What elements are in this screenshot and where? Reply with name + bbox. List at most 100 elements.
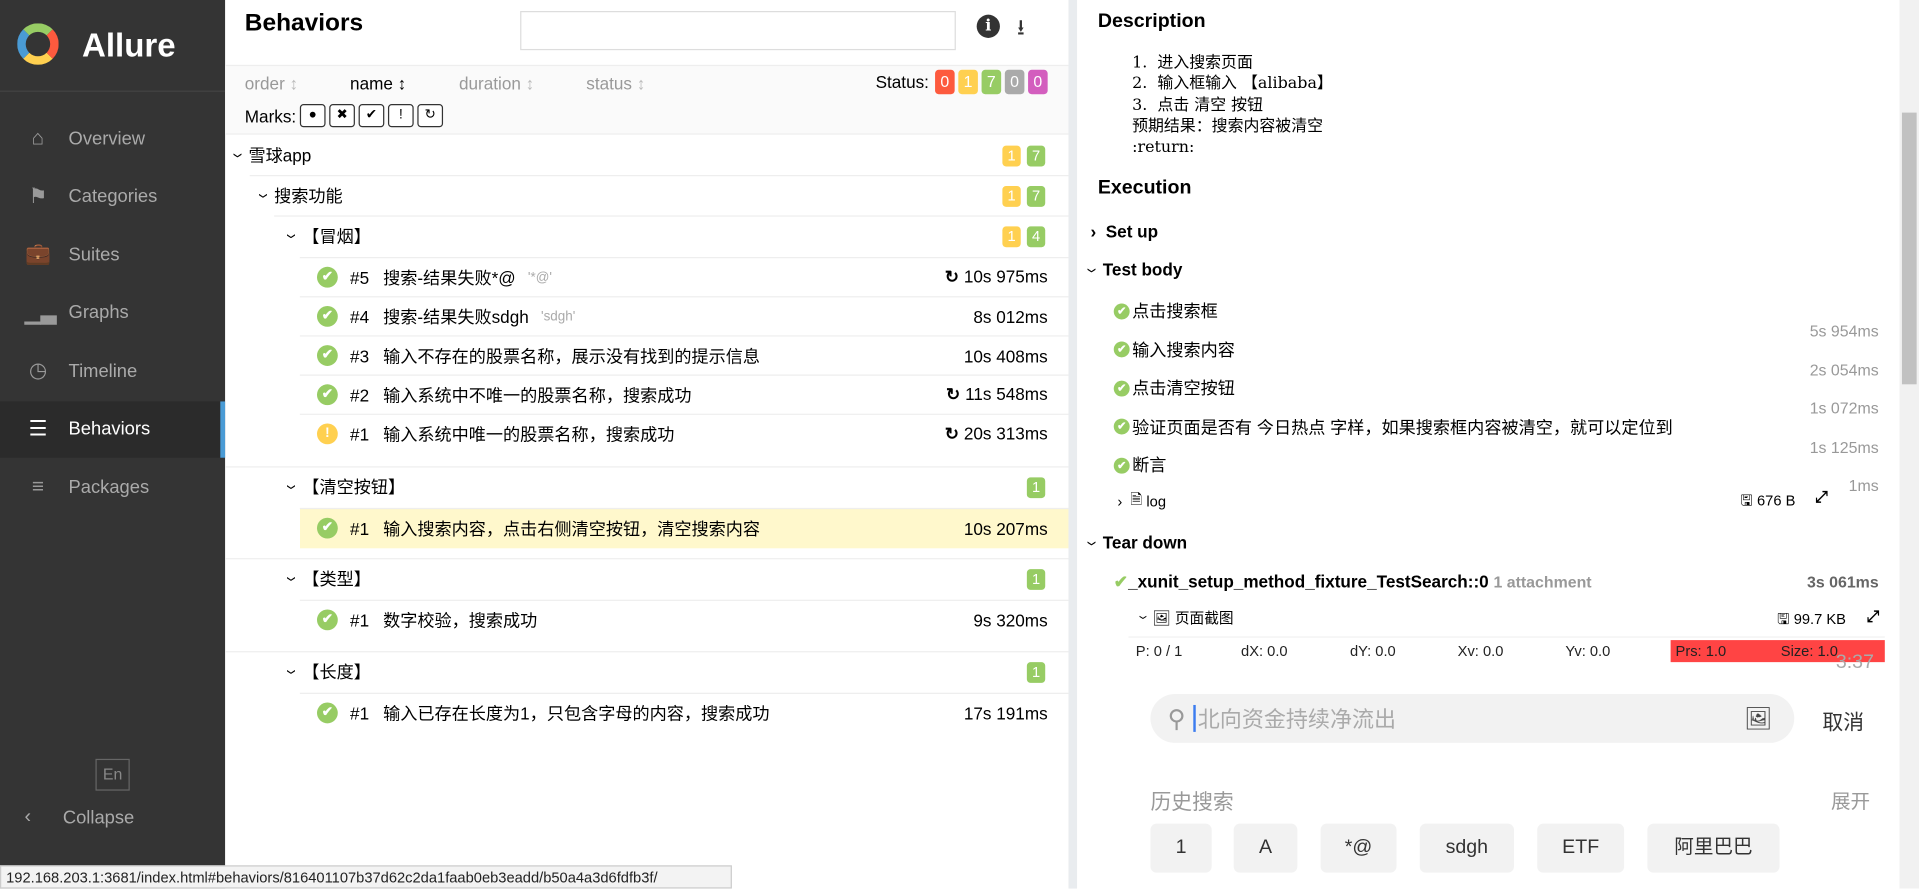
status-filter: Status: 0 1 7 0 0 [876, 69, 1048, 95]
test-row[interactable]: ✔ #1 数字校验，搜索成功 9s 320ms [225, 599, 1069, 640]
count-badge: 1 [1002, 226, 1021, 248]
passed-status-icon: ✔ [1113, 380, 1130, 396]
tree-node-group[interactable]: › 【长度】 1 [225, 651, 1069, 691]
flag-icon: ⚑ [28, 184, 48, 208]
tree-node-feature[interactable]: › 搜索功能 1 7 [225, 175, 1069, 215]
download-icon[interactable]: ⭳ [1017, 12, 1025, 49]
status-filter-badge[interactable]: 0 [935, 69, 955, 95]
sidebar-item-packages[interactable]: ≡ Packages [0, 459, 225, 515]
sidebar-item-label: Graphs [68, 302, 129, 324]
test-row[interactable]: ! #1 输入系统中唯一的股票名称，搜索成功 ↻ 20s 313ms [225, 413, 1069, 454]
passed-status-icon: ✔ [1113, 418, 1130, 435]
status-filter-badge[interactable]: 1 [958, 69, 978, 95]
sort-order[interactable]: order ↕ [245, 73, 298, 93]
collapse-label: Collapse [62, 807, 135, 828]
count-badge: 1 [1026, 662, 1046, 683]
step-duration: 1ms [1848, 476, 1879, 495]
step-duration: 1s 125ms [1809, 437, 1879, 456]
sidebar-item-overview[interactable]: ⌂ Overview [0, 110, 225, 166]
sidebar-item-label: Suites [68, 244, 120, 265]
sidebar-item-suites[interactable]: 💼 Suites [0, 226, 225, 282]
testbody-section[interactable]: ›Test body [1081, 259, 1182, 279]
retry-icon: ↻ [945, 384, 961, 404]
screenshot-attachment[interactable]: › 🖼 页面截图 [1133, 607, 1233, 628]
setup-section[interactable]: › Set up [1090, 222, 1158, 242]
bar-chart-icon: ▁▃ [24, 300, 57, 324]
pane-splitter[interactable] [1068, 0, 1078, 889]
sidebar-item-graphs[interactable]: ▁▃ Graphs [0, 285, 225, 341]
page-title: Behaviors [244, 9, 364, 37]
collapse-button[interactable]: ‹ Collapse [24, 807, 134, 829]
sidebar-item-categories[interactable]: ⚑ Categories [0, 168, 225, 224]
count-badge: 1 [1026, 477, 1046, 499]
passed-status-icon: ✔ [316, 609, 338, 631]
sort-status[interactable]: status ↕ [586, 73, 645, 93]
log-attachment[interactable]: › 🗎 log [1117, 488, 1166, 514]
count-badges: 17 [996, 144, 1046, 167]
image-search-icon: 🖼 [1744, 705, 1773, 731]
passed-status-icon: ✔ [316, 702, 338, 724]
retry-icon: ↻ [944, 266, 960, 287]
marks-label: Marks: [244, 105, 297, 126]
sidebar-item-label: Behaviors [68, 418, 151, 440]
scrollbar-thumb[interactable] [1901, 112, 1917, 385]
info-icon[interactable]: i [976, 14, 1000, 38]
test-step[interactable]: ✔ 输入搜索内容 [1113, 337, 1235, 361]
status-bar-url: 192.168.203.1:3681/index.html#behaviors/… [0, 865, 732, 889]
image-file-icon: 🖼 [1152, 608, 1171, 627]
test-row[interactable]: ✔ #4 搜索-结果失败sdgh'sdgh' 8s 012ms [225, 296, 1069, 336]
step-duration: 2s 054ms [1809, 360, 1879, 379]
new-failed-mark-icon[interactable]: ✖ [329, 104, 355, 128]
tree-node-group[interactable]: › 【冒烟】 1 4 [225, 215, 1069, 255]
sort-duration[interactable]: duration ↕ [459, 73, 534, 93]
teardown-fixture[interactable]: ✔_xunit_setup_method_fixture_TestSearch:… [1114, 572, 1592, 593]
new-broken-mark-icon[interactable]: ! [387, 104, 414, 128]
chevron-left-icon: ‹ [24, 806, 31, 828]
passed-status-icon: ✔ [316, 517, 338, 539]
test-row[interactable]: ✔ #1 输入搜索内容，点击右侧清空按钮，清空搜索内容 10s 207ms [225, 507, 1069, 549]
test-row[interactable]: ✔ #1 输入已存在长度为1，只包含字母的内容，搜索成功 17s 191ms [225, 692, 1069, 733]
language-button[interactable]: En [95, 758, 130, 791]
description-title: Description [1097, 11, 1206, 32]
brand-name: Allure [82, 26, 176, 64]
count-badge: 1 [1002, 186, 1021, 207]
teardown-section[interactable]: ›Tear down [1081, 532, 1187, 552]
sidebar-item-timeline[interactable]: ◷ Timeline [0, 343, 225, 399]
test-row[interactable]: ✔ #5 搜索-结果失败*@ '*@' ↻ 10s 975ms [225, 257, 1069, 297]
test-step[interactable]: ✔ 断言 [1113, 453, 1166, 477]
expand-icon[interactable]: ⤢ [1815, 487, 1828, 507]
sidebar: Allure ⌂ Overview ⚑ Categories 💼 Suites ▁▃ Grap… [0, 0, 226, 889]
marks-filter: Marks: ● ✖ ✔ ! ↻ [244, 104, 444, 128]
new-passed-mark-icon[interactable]: ✔ [358, 104, 385, 128]
count-badges: 1 [1021, 661, 1046, 683]
status-filter-badge[interactable]: 7 [981, 69, 1002, 95]
test-row[interactable]: ✔ #3 输入不存在的股票名称，展示没有找到的提示信息 10s 408ms [225, 335, 1069, 375]
sidebar-item-behaviors[interactable]: ☰ Behaviors [0, 400, 226, 458]
status-filter-badge[interactable]: 0 [1028, 69, 1048, 95]
sidebar-item-label: Timeline [68, 360, 138, 382]
count-badge: 7 [1026, 186, 1046, 207]
search-input[interactable] [520, 11, 956, 51]
test-step[interactable]: ✔ 点击搜索框 [1113, 299, 1218, 323]
tree-node-group[interactable]: › 【清空按钮】 1 [225, 466, 1069, 506]
tree-node-group[interactable]: › 【类型】 1 [225, 558, 1069, 598]
chevron-down-icon: › [252, 192, 277, 198]
count-badges: 1 [1021, 476, 1046, 499]
passed-status-icon: ✔ [316, 305, 338, 327]
flaky-mark-icon[interactable]: ● [299, 104, 326, 128]
attachment-size: 🖫 99.7 KB [1777, 610, 1846, 628]
test-row[interactable]: ✔ #2 输入系统中不唯一的股票名称，搜索成功 ↻ 11s 548ms [225, 374, 1069, 415]
allure-logo-icon [17, 23, 59, 65]
sort-name[interactable]: name ↕ [350, 73, 406, 93]
test-step[interactable]: ✔ 验证页面是否有 今日热点 字样，如果搜索框内容被清空，就可以定位到 [1113, 414, 1673, 438]
expand-icon[interactable]: ⤢ [1866, 607, 1879, 627]
sidebar-item-label: Packages [68, 476, 150, 498]
tree-node-root[interactable]: › 雪球app 1 7 [225, 135, 1068, 175]
chevron-down-icon: › [280, 668, 305, 674]
status-filter-badge[interactable]: 0 [1004, 69, 1025, 95]
divider [0, 90, 226, 92]
count-badge: 1 [1002, 145, 1021, 167]
retries-mark-icon[interactable]: ↻ [417, 104, 444, 128]
test-step[interactable]: ✔ 点击清空按钮 [1113, 376, 1235, 400]
briefcase-icon: 💼 [24, 242, 51, 266]
